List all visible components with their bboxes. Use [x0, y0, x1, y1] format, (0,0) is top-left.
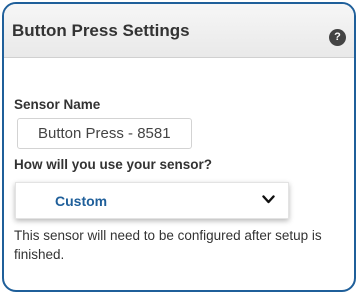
panel-header: Button Press Settings ?: [4, 4, 354, 58]
sensor-usage-label: How will you use your sensor?: [14, 157, 213, 172]
sensor-usage-select[interactable]: Custom: [15, 182, 289, 219]
help-icon[interactable]: ?: [329, 29, 346, 46]
settings-panel: Button Press Settings ? Sensor Name How …: [2, 2, 356, 292]
chevron-down-icon: [262, 195, 275, 204]
sensor-usage-selected-value: Custom: [55, 193, 108, 209]
setup-note: This sensor will need to be configured a…: [14, 228, 322, 262]
panel-title: Button Press Settings: [12, 21, 190, 40]
sensor-name-label: Sensor Name: [14, 97, 101, 112]
sensor-name-input[interactable]: [17, 118, 192, 149]
